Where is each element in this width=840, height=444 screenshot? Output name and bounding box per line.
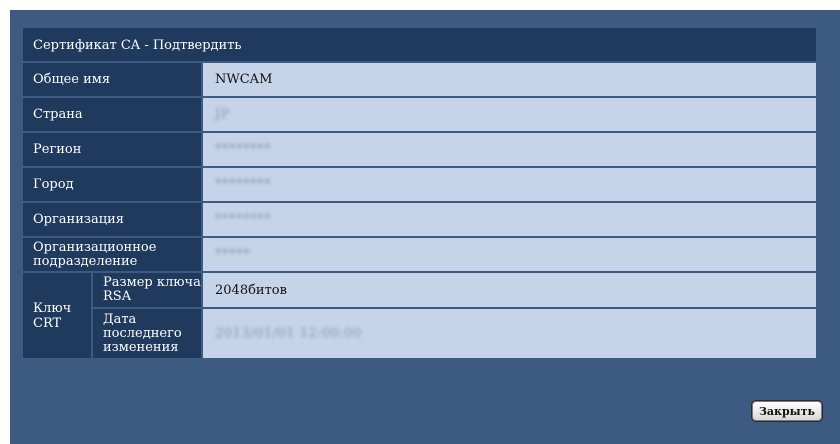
field-value: ******** (203, 203, 816, 236)
crt-label: Ключ CRT (23, 273, 93, 358)
close-button[interactable]: Закрыть (752, 401, 822, 421)
modified-date-value: 2013/01/01 12:00:00 (203, 309, 816, 358)
field-row-region: Регион ******** (23, 133, 816, 168)
certificate-table: Сертификат CA - Подтвердить Общее имя NW… (23, 28, 816, 358)
field-row-org-unit: Организационное подразделение ***** (23, 238, 816, 273)
field-value: ******** (203, 133, 816, 166)
field-value: JP (203, 98, 816, 131)
field-label: Страна (23, 98, 203, 131)
field-label: Регион (23, 133, 203, 166)
dialog-title: Сертификат CA - Подтвердить (23, 28, 816, 63)
field-row-organization: Организация ******** (23, 203, 816, 238)
blurred-value: ******** (215, 212, 271, 227)
blurred-value: 2013/01/01 12:00:00 (215, 326, 362, 341)
field-label: Общее имя (23, 63, 203, 96)
field-row-common-name: Общее имя NWCAM (23, 63, 816, 98)
field-label: Город (23, 168, 203, 201)
field-value: NWCAM (203, 63, 816, 96)
field-label: Организационное подразделение (23, 238, 203, 271)
blurred-value: ******** (215, 177, 271, 192)
crt-row-key-size: Размер ключа RSA 2048битов (93, 273, 816, 309)
key-size-value: 2048битов (203, 273, 816, 307)
key-size-label: Размер ключа RSA (93, 273, 203, 307)
crt-row-modified: Дата последнего изменения 2013/01/01 12:… (93, 309, 816, 358)
field-row-country: Страна JP (23, 98, 816, 133)
field-value: ***** (203, 238, 816, 271)
modified-date-label: Дата последнего изменения (93, 309, 203, 358)
blurred-value: JP (215, 107, 230, 122)
crt-rows: Размер ключа RSA 2048битов Дата последне… (93, 273, 816, 358)
blurred-value: ***** (215, 247, 250, 262)
field-label: Организация (23, 203, 203, 236)
blurred-value: ******** (215, 142, 271, 157)
field-value: ******** (203, 168, 816, 201)
field-row-city: Город ******** (23, 168, 816, 203)
crt-key-block: Ключ CRT Размер ключа RSA 2048битов Дата… (23, 273, 816, 358)
